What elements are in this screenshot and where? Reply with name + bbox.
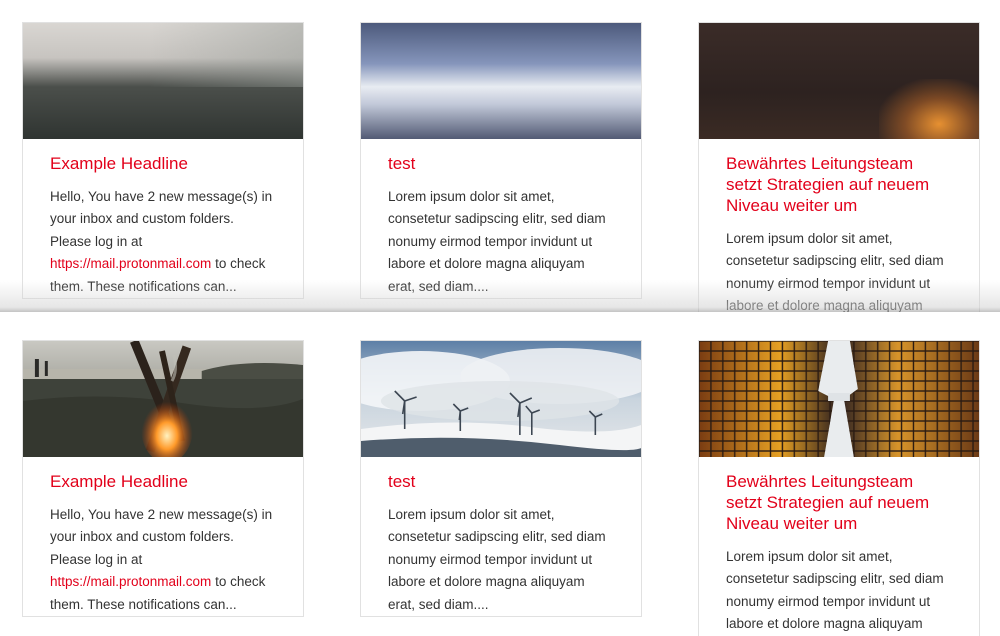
news-card[interactable]: test Lorem ipsum dolor sit amet, consete… bbox=[360, 340, 642, 618]
card-image bbox=[23, 341, 303, 457]
card-image bbox=[361, 23, 641, 139]
card-image bbox=[23, 23, 303, 139]
card-link[interactable]: https://mail.protonmail.com bbox=[50, 574, 211, 589]
skyscrapers-image bbox=[699, 341, 979, 457]
news-card[interactable]: Example Headline Hello, You have 2 new m… bbox=[22, 22, 304, 300]
card-image bbox=[699, 23, 979, 139]
card-excerpt: Hello, You have 2 new message(s) in your… bbox=[50, 507, 273, 612]
news-card[interactable]: Bewährtes Leitungsteam setzt Strategien … bbox=[698, 340, 980, 636]
card-title[interactable]: test bbox=[388, 471, 614, 492]
card-excerpt: Lorem ipsum dolor sit amet, consetetur s… bbox=[726, 231, 944, 312]
card-excerpt: Lorem ipsum dolor sit amet, consetetur s… bbox=[726, 549, 944, 632]
card-link[interactable]: https://mail.protonmail.com bbox=[50, 256, 211, 271]
card-title[interactable]: test bbox=[388, 153, 614, 174]
campfire-image bbox=[23, 341, 303, 457]
news-card[interactable]: Example Headline Hello, You have 2 new m… bbox=[22, 340, 304, 618]
news-card[interactable]: test Lorem ipsum dolor sit amet, consete… bbox=[360, 22, 642, 300]
card-excerpt: Lorem ipsum dolor sit amet, consetetur s… bbox=[388, 507, 606, 612]
card-title[interactable]: Example Headline bbox=[50, 471, 276, 492]
card-row-bottom: Example Headline Hello, You have 2 new m… bbox=[0, 312, 1000, 636]
card-title[interactable]: Bewährtes Leitungsteam setzt Strategien … bbox=[726, 471, 952, 534]
wind-turbines-image bbox=[361, 341, 641, 457]
card-excerpt: Lorem ipsum dolor sit amet, consetetur s… bbox=[388, 189, 606, 294]
card-title[interactable]: Bewährtes Leitungsteam setzt Strategien … bbox=[726, 153, 952, 216]
card-row-top: Example Headline Hello, You have 2 new m… bbox=[0, 0, 1000, 312]
card-title[interactable]: Example Headline bbox=[50, 153, 276, 174]
card-image bbox=[361, 341, 641, 457]
card-excerpt: Hello, You have 2 new message(s) in your… bbox=[50, 189, 273, 294]
news-card[interactable]: Bewährtes Leitungsteam setzt Strategien … bbox=[698, 22, 980, 312]
card-image bbox=[699, 341, 979, 457]
